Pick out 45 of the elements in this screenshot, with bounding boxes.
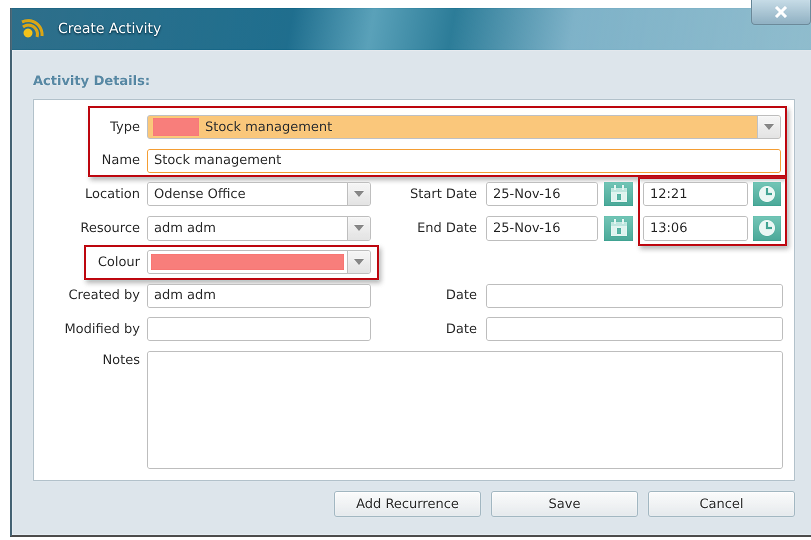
field-label: Resource	[79, 220, 140, 236]
created-by-field[interactable]: adm adm	[147, 284, 371, 308]
field-label: Location	[84, 186, 140, 202]
window-title: Create Activity	[58, 21, 162, 37]
colour-dropdown[interactable]	[147, 250, 371, 274]
field-label: Type	[109, 120, 140, 134]
clock-button[interactable]	[753, 182, 781, 206]
modified-by-field[interactable]	[147, 317, 371, 341]
field-label: Modified by	[63, 322, 140, 336]
resource-dropdown[interactable]: adm adm	[147, 216, 371, 240]
date-field[interactable]	[486, 284, 783, 308]
dropdown-arrow-icon	[354, 225, 364, 231]
close-button[interactable]	[751, 0, 811, 25]
type-dropdown[interactable]: Stock management	[147, 115, 781, 139]
clock-icon	[757, 184, 777, 204]
time-field[interactable]: 13:06	[643, 216, 748, 240]
dropdown-arrow-icon	[764, 124, 774, 130]
field-label: Date	[444, 288, 478, 303]
time-field[interactable]: 12:21	[643, 182, 748, 206]
clock-icon	[757, 218, 777, 238]
date-field[interactable]	[486, 317, 783, 341]
dropdown-arrow-icon	[354, 259, 364, 265]
close-icon	[774, 6, 788, 18]
field-label: Created by	[67, 288, 140, 303]
calendar-button[interactable]	[604, 216, 633, 240]
location-dropdown[interactable]: Odense Office	[147, 182, 371, 206]
field-label: Date	[444, 322, 478, 336]
clock-button[interactable]	[753, 216, 781, 240]
field-label: Colour	[96, 254, 140, 270]
save-button[interactable]: Save	[491, 491, 638, 517]
field-label: Start Date	[409, 186, 478, 202]
section-heading: Activity Details:	[33, 74, 152, 89]
notes-field[interactable]	[147, 350, 783, 468]
dropdown-arrow-icon	[354, 191, 364, 197]
calendar-icon	[608, 184, 628, 204]
calendar-icon	[608, 218, 628, 238]
field-label: End Date	[416, 220, 478, 236]
date-field[interactable]: 25-Nov-16	[486, 216, 598, 240]
add-recurrence-button[interactable]: Add Recurrence	[334, 491, 481, 517]
cancel-button[interactable]: Cancel	[648, 491, 795, 517]
field-label: Notes	[101, 352, 140, 368]
date-field[interactable]: 25-Nov-16	[486, 182, 598, 206]
name-field[interactable]: Stock management	[147, 148, 781, 172]
calendar-button[interactable]	[604, 182, 633, 206]
field-label: Name	[100, 153, 140, 168]
